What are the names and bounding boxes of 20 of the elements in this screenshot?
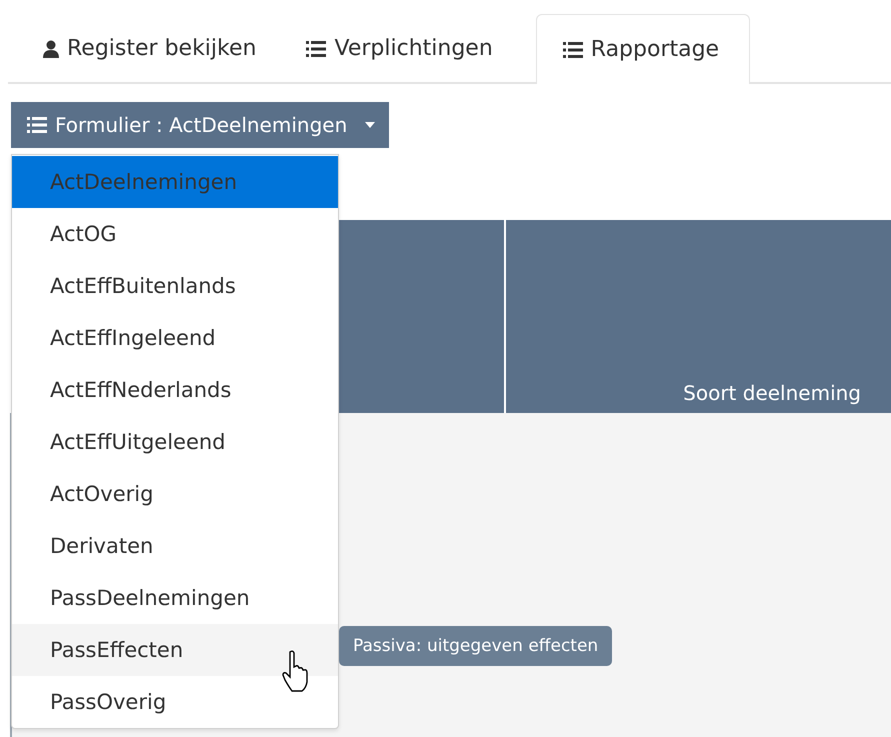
list-icon: [27, 117, 47, 133]
list-icon: [306, 40, 326, 56]
user-icon: [43, 40, 59, 58]
menu-item[interactable]: ActEffNederlands: [12, 364, 338, 416]
list-icon: [562, 42, 583, 58]
menu-item[interactable]: ActEffIngeleend: [12, 312, 338, 364]
menu-item[interactable]: ActOverig: [12, 468, 338, 520]
menu-item[interactable]: PassDeelnemingen: [12, 572, 338, 624]
form-dropdown-button[interactable]: Formulier : ActDeelnemingen: [11, 102, 390, 148]
menu-item[interactable]: ActOG: [12, 208, 338, 260]
menu-item[interactable]: ActEffUitgeleend: [12, 416, 338, 468]
menu-item[interactable]: PassOverig: [12, 676, 338, 728]
tab[interactable]: Register bekijken: [30, 14, 292, 82]
tab[interactable]: Rapportage: [536, 14, 750, 84]
menu-item[interactable]: ActEffBuitenlands: [12, 260, 338, 312]
menu-item[interactable]: Derivaten: [12, 520, 338, 572]
tooltip: Passiva: uitgegeven effecten: [339, 626, 612, 666]
column-header: Soort deelneming: [683, 381, 861, 405]
tab[interactable]: Verplichtingen: [293, 14, 528, 82]
caret-icon: [365, 122, 376, 128]
